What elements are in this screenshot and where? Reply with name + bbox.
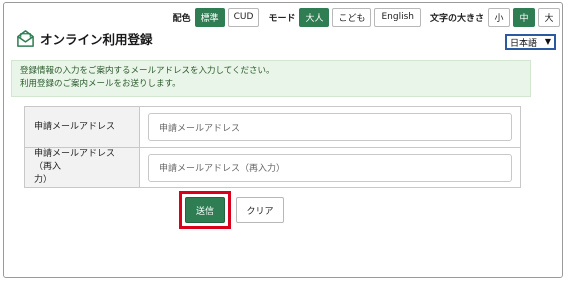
email-confirm-label-line-2: 力） — [34, 175, 53, 185]
info-message: 登録情報の入力をご案内するメールアドレスを入力してください。 利用登録のご案内メ… — [11, 60, 531, 97]
email-confirm-field[interactable]: 申請メールアドレス（再入力） — [148, 153, 512, 182]
clear-button[interactable]: クリア — [236, 197, 284, 223]
email-cell: 申請メールアドレス — [140, 107, 520, 147]
page-title: オンライン利用登録 — [40, 32, 153, 47]
font-size-large-button[interactable]: 大 — [538, 7, 560, 27]
email-confirm-label: 申請メールアドレス（再入 力） — [25, 148, 140, 187]
page-title-row: オンライン利用登録 — [16, 29, 153, 48]
language-select[interactable]: 日本語 ▼ — [505, 34, 556, 50]
email-confirm-label-line-1: 申請メールアドレス（再入 — [34, 149, 116, 172]
info-line-1: 登録情報の入力をご案内するメールアドレスを入力してください。 — [20, 66, 275, 76]
font-size-medium-button[interactable]: 中 — [513, 7, 535, 27]
color-standard-button[interactable]: 標準 — [194, 7, 225, 27]
font-size-small-button[interactable]: 小 — [488, 7, 510, 27]
mode-kids-button[interactable]: こども — [332, 7, 372, 27]
email-label: 申請メールアドレス — [25, 107, 140, 147]
accessibility-toolbar: 配色 標準 CUD モード 大人 こども English 文字の大きさ 小 中 … — [167, 7, 560, 27]
envelope-icon — [17, 30, 34, 47]
mode-english-button[interactable]: English — [374, 7, 421, 27]
submit-button[interactable]: 送信 — [185, 197, 225, 223]
email-confirm-row: 申請メールアドレス（再入 力） 申請メールアドレス（再入力） — [25, 147, 520, 187]
chevron-down-icon: ▼ — [544, 37, 551, 46]
registration-form: 申請メールアドレス 申請メールアドレス 申請メールアドレス（再入 力） 申請メー… — [24, 106, 521, 188]
language-select-value: 日本語 — [510, 38, 538, 49]
email-confirm-cell: 申請メールアドレス（再入力） — [140, 148, 520, 187]
color-scheme-label: 配色 — [172, 13, 191, 24]
font-size-label: 文字の大きさ — [429, 13, 484, 24]
color-cud-button[interactable]: CUD — [227, 7, 260, 27]
info-line-2: 利用登録のご案内メールをお送りします。 — [20, 79, 181, 89]
mode-label: モード — [268, 13, 296, 24]
mode-adult-button[interactable]: 大人 — [299, 7, 330, 27]
email-row: 申請メールアドレス 申請メールアドレス — [25, 107, 520, 147]
email-field[interactable]: 申請メールアドレス — [148, 113, 512, 141]
